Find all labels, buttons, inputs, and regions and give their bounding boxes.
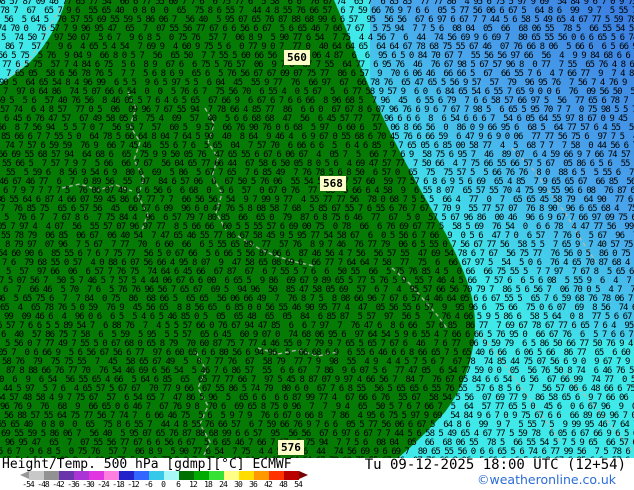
scale-color-block xyxy=(254,471,269,480)
scale-color-block xyxy=(284,471,299,480)
scale-color-block xyxy=(89,471,104,480)
color-scale-blocks xyxy=(29,471,299,480)
scale-tick-labels: -54 -48 -42 -36 -30 -24 -18 -12 -6 0 6 12 18 24 30 36 42… xyxy=(0,480,330,489)
scale-color-block xyxy=(164,471,179,480)
temperature-color-scale xyxy=(20,471,308,480)
scale-tick-label: 54 xyxy=(294,480,303,489)
scale-color-block xyxy=(74,471,89,480)
footer-bar: Height/Temp. 500 hPa [gdmp][°C] ECMWF Tu… xyxy=(0,457,634,490)
weather-map: 08 57 87 09 46 77 65 77 54 66 6 77 55 60… xyxy=(0,0,634,458)
scale-color-block xyxy=(224,471,239,480)
scale-color-block xyxy=(104,471,119,480)
scale-arrow-right-icon xyxy=(299,471,308,479)
scale-color-block xyxy=(209,471,224,480)
map-title: Height/Temp. 500 hPa [gdmp][°C] ECMWF xyxy=(2,457,292,472)
scale-color-block xyxy=(179,471,194,480)
copyright-link[interactable]: ©weatheronline.co.uk xyxy=(477,473,616,487)
scale-color-block xyxy=(59,471,74,480)
contour-label-568: 568 xyxy=(320,176,346,191)
contour-label-560: 560 xyxy=(284,50,310,65)
scale-color-block xyxy=(194,471,209,480)
scale-color-block xyxy=(239,471,254,480)
contour-label-576: 576 xyxy=(278,440,304,455)
gridpoint-digit-texture: 08 57 87 09 46 77 65 77 54 66 6 77 55 60… xyxy=(0,0,634,458)
scale-color-block xyxy=(29,471,44,480)
scale-color-block xyxy=(269,471,284,480)
scale-arrow-left-icon xyxy=(20,471,29,479)
scale-color-block xyxy=(119,471,134,480)
scale-color-block xyxy=(149,471,164,480)
scale-color-block xyxy=(44,471,59,480)
forecast-datetime: Tu 09-12-2025 18:00 UTC (12+54) xyxy=(364,457,626,473)
scale-color-block xyxy=(134,471,149,480)
